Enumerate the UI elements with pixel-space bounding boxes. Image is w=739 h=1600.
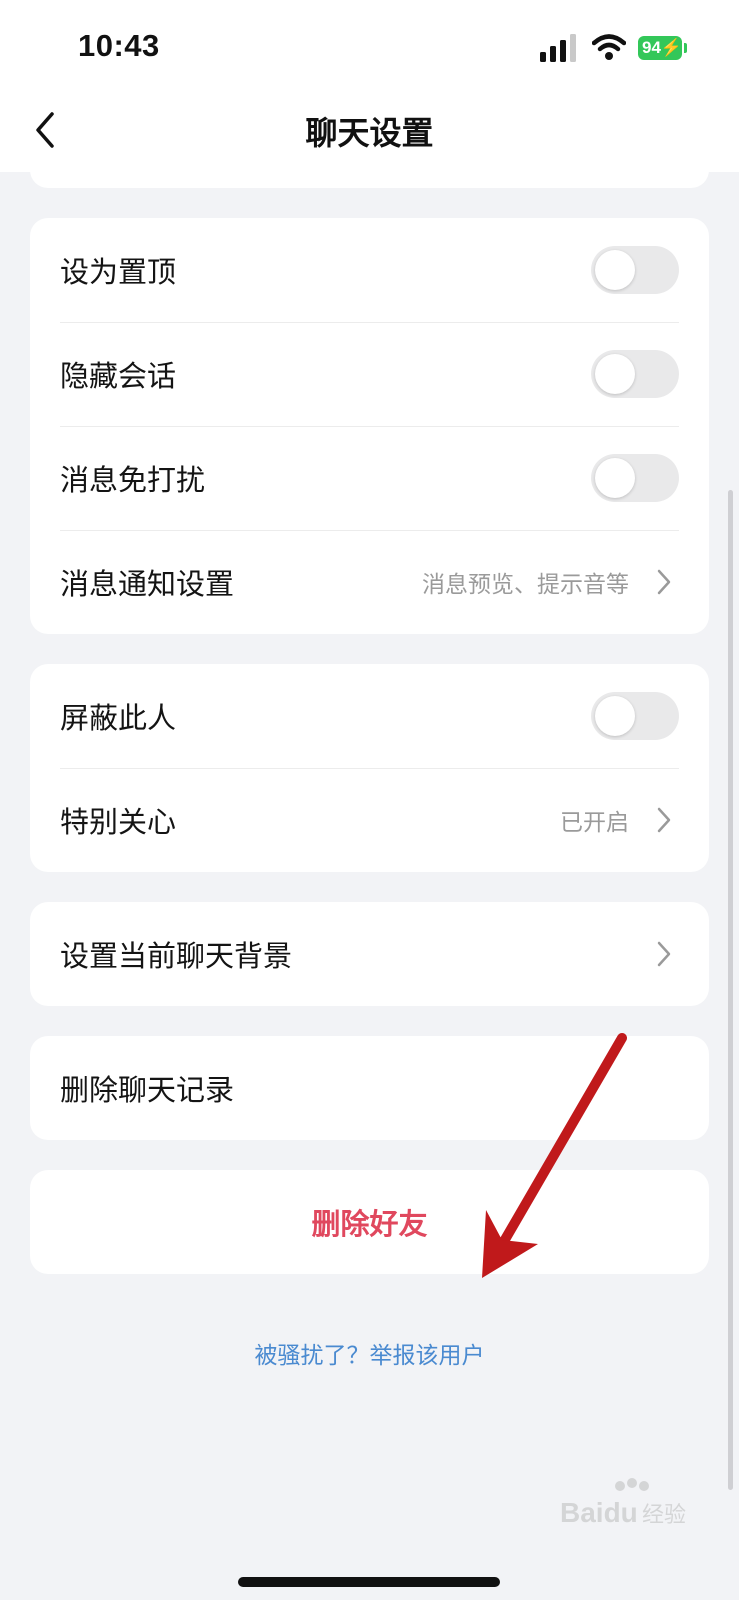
hide-chat-toggle[interactable] (591, 350, 679, 398)
row-special-care[interactable]: 特别关心 已开启 (60, 768, 679, 872)
report-user-link[interactable]: 被骚扰了？举报该用户 (0, 1336, 739, 1370)
settings-group-1: 设为置顶 隐藏会话 消息免打扰 消息通知设置 消息预览、提示音等 (30, 218, 709, 634)
battery-level: 94 (642, 38, 661, 57)
chevron-right-icon (657, 807, 671, 833)
row-label: 删除聊天记录 (60, 1073, 235, 1107)
toggle-knob (595, 696, 635, 736)
settings-group-3: 设置当前聊天背景 (30, 902, 709, 1006)
row-chat-background[interactable]: 设置当前聊天背景 (60, 902, 679, 1006)
row-do-not-disturb: 消息免打扰 (60, 426, 679, 530)
row-label: 设置当前聊天背景 (60, 939, 293, 973)
annotation-arrow-icon (482, 1033, 627, 1278)
row-subtitle: 消息预览、提示音等 (422, 572, 629, 598)
battery-charging-icon: 94⚡ (638, 36, 682, 60)
cellular-signal-icon (540, 34, 576, 62)
chevron-right-icon (657, 569, 671, 595)
row-label: 消息通知设置 (60, 567, 235, 601)
pin-top-toggle[interactable] (591, 246, 679, 294)
block-user-toggle[interactable] (591, 692, 679, 740)
row-hide-chat: 隐藏会话 (60, 322, 679, 426)
row-label: 隐藏会话 (60, 359, 177, 393)
svg-text:Baidu: Baidu (560, 1497, 638, 1528)
top-bar: 10:43 94⚡ 聊天设置 (0, 0, 739, 172)
row-label: 设为置顶 (60, 255, 177, 289)
row-label: 消息免打扰 (60, 463, 206, 497)
row-notification-settings[interactable]: 消息通知设置 消息预览、提示音等 (60, 530, 679, 634)
row-block-user: 屏蔽此人 (60, 664, 679, 768)
toggle-knob (595, 458, 635, 498)
settings-group-2: 屏蔽此人 特别关心 已开启 (30, 664, 709, 872)
svg-text:经验: 经验 (642, 1503, 686, 1528)
row-pin-top: 设为置顶 (60, 218, 679, 322)
scrollbar[interactable] (728, 490, 733, 1490)
do-not-disturb-toggle[interactable] (591, 454, 679, 502)
row-label: 特别关心 (60, 805, 177, 839)
baidu-jingyan-watermark: Baidu 经验 (560, 1478, 686, 1528)
toggle-knob (595, 354, 635, 394)
status-time: 10:43 (78, 28, 160, 63)
page-title: 聊天设置 (305, 114, 434, 152)
battery-cap (684, 43, 687, 53)
home-indicator[interactable] (238, 1577, 500, 1587)
toggle-knob (595, 250, 635, 290)
row-label: 屏蔽此人 (60, 701, 177, 735)
row-subtitle: 已开启 (560, 810, 629, 836)
wifi-icon (592, 34, 626, 60)
chevron-right-icon (657, 941, 671, 967)
